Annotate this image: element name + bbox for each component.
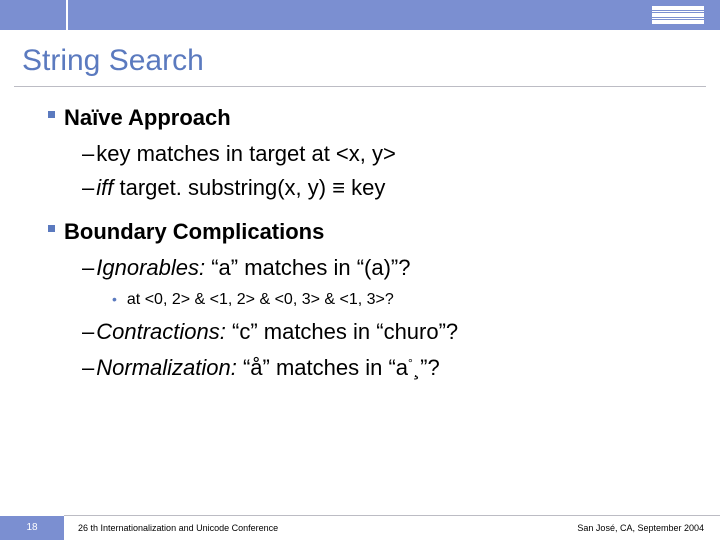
bullet-text: “c” matches in “churo”? <box>226 319 458 344</box>
subbullet-text: at <0, 2> & <1, 2> & <0, 3> & <1, 3>? <box>127 291 394 308</box>
bullet-text: target. substring(x, y) ≡ key <box>119 175 385 200</box>
bullet-iff: –iff target. substring(x, y) ≡ key <box>48 175 680 201</box>
bullet-prefix: Normalization: <box>96 355 237 380</box>
ibm-logo-icon <box>652 6 704 24</box>
footer-location: San José, CA, September 2004 <box>577 523 720 533</box>
section-heading-naive: Naïve Approach <box>48 105 680 131</box>
slide-content: Naïve Approach –key matches in target at… <box>0 87 720 381</box>
bullet-prefix: Contractions: <box>96 319 226 344</box>
bullet-prefix: Ignorables: <box>96 255 205 280</box>
bullet-ignorables: –Ignorables: “a” matches in “(a)”? <box>48 255 680 281</box>
slide-title: String Search <box>0 30 720 86</box>
bullet-contractions: –Contractions: “c” matches in “churo”? <box>48 319 680 345</box>
slide-number: 18 <box>0 516 64 540</box>
bullet-prefix: iff <box>96 175 119 200</box>
subbullet-positions: •at <0, 2> & <1, 2> & <0, 3> & <1, 3>? <box>48 291 680 309</box>
footer-conference: 26 th Internationalization and Unicode C… <box>64 523 577 533</box>
section-heading-boundary: Boundary Complications <box>48 219 680 245</box>
header-bar <box>0 0 720 30</box>
bullet-tail: ¸”? <box>413 355 440 380</box>
footer: 18 26 th Internationalization and Unicod… <box>0 516 720 540</box>
superscript: ° <box>408 356 413 370</box>
bullet-normalization: –Normalization: “å” matches in “a°¸”? <box>48 355 680 381</box>
bullet-text: “a” matches in “(a)”? <box>205 255 410 280</box>
bullet-key-matches: –key matches in target at <x, y> <box>48 141 680 167</box>
bullet-text: key matches in target at <x, y> <box>96 141 396 166</box>
header-separator <box>66 0 68 30</box>
bullet-text: “å” matches in “a <box>237 355 408 380</box>
